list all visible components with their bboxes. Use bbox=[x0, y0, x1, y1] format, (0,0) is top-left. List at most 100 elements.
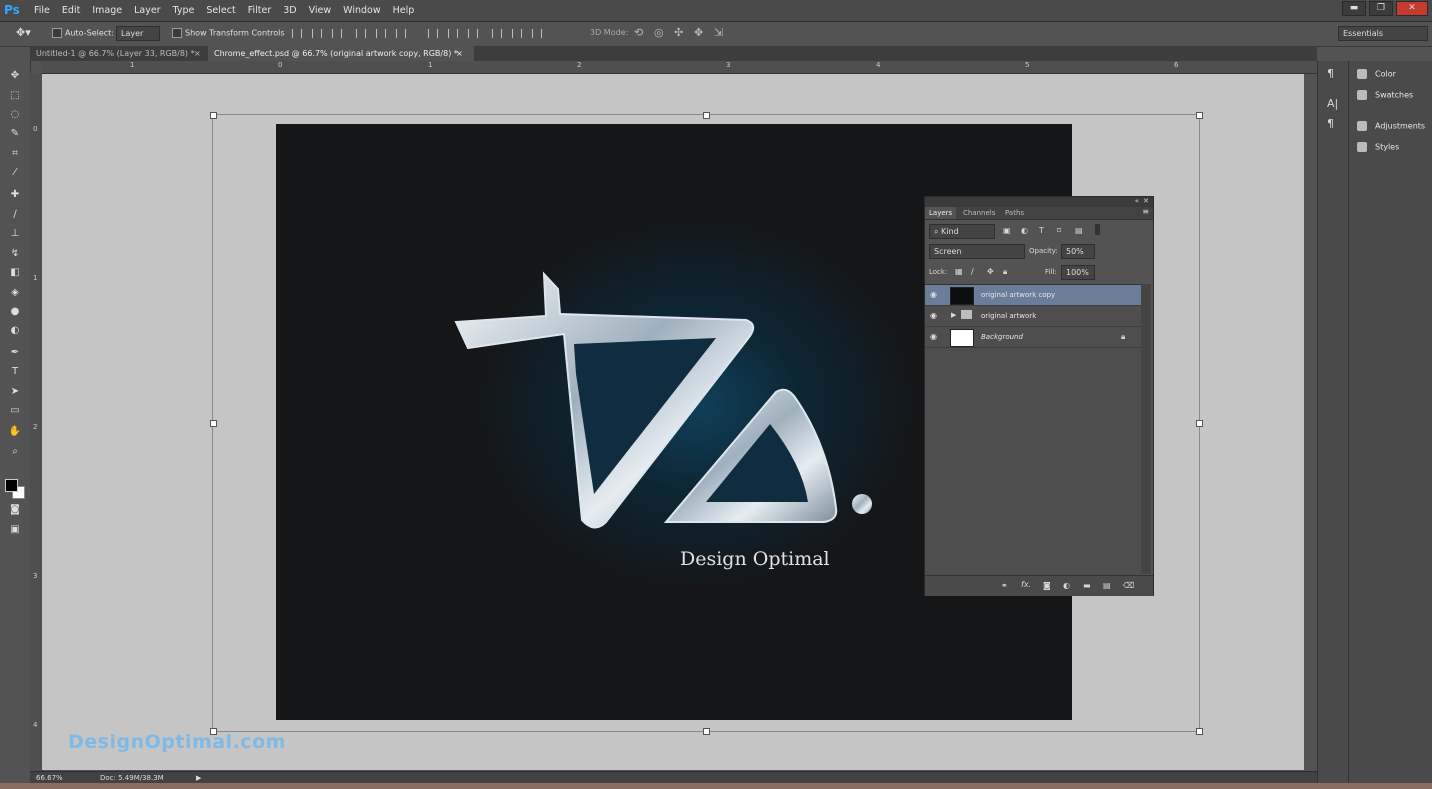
menu-edit[interactable]: Edit bbox=[62, 5, 80, 16]
dodge-tool-icon[interactable]: ◐ bbox=[7, 324, 23, 338]
paint-bucket-tool-icon[interactable]: ◈ bbox=[7, 286, 23, 300]
visibility-eye-icon[interactable]: ◉ bbox=[930, 290, 940, 300]
align-vcenter-icon[interactable] bbox=[312, 29, 322, 38]
auto-select-checkbox[interactable]: Auto-Select: bbox=[52, 28, 114, 38]
clone-stamp-tool-icon[interactable]: ⊥ bbox=[7, 227, 23, 241]
filter-toggle-icon[interactable] bbox=[1095, 224, 1100, 235]
tab-untitled-1[interactable]: Untitled-1 @ 66.7% (Layer 33, RGB/8) * × bbox=[30, 46, 208, 61]
align-bottom-icon[interactable] bbox=[332, 29, 342, 38]
distribute-hcenter-icon[interactable] bbox=[512, 29, 522, 38]
group-expand-arrow-icon[interactable]: ▶ bbox=[951, 311, 956, 319]
pen-tool-icon[interactable]: ✒ bbox=[7, 346, 23, 360]
eraser-tool-icon[interactable]: ◧ bbox=[7, 266, 23, 280]
auto-select-check[interactable] bbox=[52, 28, 62, 38]
screen-mode-icon[interactable]: ▣ bbox=[7, 523, 23, 537]
character-panel-icon[interactable]: A| bbox=[1327, 97, 1338, 110]
layer-style-fx-icon[interactable]: fx. bbox=[1021, 580, 1031, 589]
zoom-tool-icon[interactable]: ⌕ bbox=[7, 445, 23, 459]
distribute-top-icon[interactable] bbox=[428, 29, 438, 38]
lock-position-icon[interactable]: ✥ bbox=[987, 267, 994, 276]
transform-handle[interactable] bbox=[703, 112, 710, 119]
align-right-icon[interactable] bbox=[396, 29, 406, 38]
layers-scrollbar[interactable] bbox=[1141, 284, 1151, 574]
align-hcenter-icon[interactable] bbox=[376, 29, 386, 38]
3d-pan-icon[interactable]: ✣ bbox=[674, 26, 683, 39]
close-button[interactable]: ✕ bbox=[1396, 1, 1428, 16]
move-tool-preset-icon[interactable]: ✥▾ bbox=[16, 26, 31, 39]
menu-3d[interactable]: 3D bbox=[283, 5, 296, 16]
layer-row-original-artwork-copy[interactable]: ◉ original artwork copy bbox=[925, 285, 1141, 306]
move-tool-icon[interactable]: ✥ bbox=[7, 69, 23, 83]
blend-mode-dropdown[interactable]: Screen bbox=[929, 244, 1025, 259]
distribute-left-icon[interactable] bbox=[492, 29, 502, 38]
transform-handle[interactable] bbox=[1196, 420, 1203, 427]
menu-image[interactable]: Image bbox=[92, 5, 122, 16]
healing-brush-tool-icon[interactable]: ✚ bbox=[7, 188, 23, 202]
history-brush-tool-icon[interactable]: ↯ bbox=[7, 247, 23, 261]
distribute-bottom-icon[interactable] bbox=[468, 29, 478, 38]
menu-help[interactable]: Help bbox=[393, 5, 415, 16]
filter-kind-dropdown[interactable]: ⌕ Kind bbox=[929, 224, 995, 239]
filter-smart-object-icon[interactable]: ▤ bbox=[1075, 226, 1083, 235]
menu-file[interactable]: File bbox=[34, 5, 50, 16]
lock-pixels-icon[interactable]: ∕ bbox=[971, 267, 974, 276]
menu-window[interactable]: Window bbox=[343, 5, 380, 16]
show-transform-check[interactable] bbox=[172, 28, 182, 38]
quick-select-tool-icon[interactable]: ✎ bbox=[7, 127, 23, 141]
tab-chrome-effect[interactable]: Chrome_effect.psd @ 66.7% (original artw… bbox=[208, 46, 474, 61]
transform-handle[interactable] bbox=[1196, 112, 1203, 119]
filter-adjustment-icon[interactable]: ◐ bbox=[1021, 226, 1028, 235]
menu-view[interactable]: View bbox=[309, 5, 332, 16]
path-selection-tool-icon[interactable]: ➤ bbox=[7, 385, 23, 399]
menu-select[interactable]: Select bbox=[206, 5, 235, 16]
eyedropper-tool-icon[interactable]: ⁄ bbox=[7, 166, 23, 180]
foreground-color-swatch[interactable] bbox=[5, 479, 18, 492]
menu-filter[interactable]: Filter bbox=[248, 5, 272, 16]
tab-close-icon[interactable]: × bbox=[194, 46, 201, 61]
workspace-dropdown[interactable]: Essentials bbox=[1338, 26, 1428, 41]
lock-transparent-icon[interactable]: ▦ bbox=[955, 267, 963, 276]
restore-button[interactable]: ❐ bbox=[1369, 1, 1393, 16]
transform-handle[interactable] bbox=[1196, 728, 1203, 735]
opacity-input[interactable]: 50% bbox=[1061, 244, 1095, 259]
quick-mask-icon[interactable]: ◙ bbox=[7, 503, 23, 517]
visibility-eye-icon[interactable]: ◉ bbox=[930, 311, 940, 321]
tab-paths[interactable]: Paths bbox=[1001, 207, 1028, 219]
dock-item-swatches[interactable]: Swatches bbox=[1357, 90, 1413, 100]
lasso-tool-icon[interactable]: ◌ bbox=[7, 108, 23, 122]
dock-item-styles[interactable]: Styles bbox=[1357, 142, 1399, 152]
distribute-vcenter-icon[interactable] bbox=[448, 29, 458, 38]
transform-handle[interactable] bbox=[703, 728, 710, 735]
align-top-icon[interactable] bbox=[292, 29, 302, 38]
fill-input[interactable]: 100% bbox=[1061, 265, 1095, 280]
filter-type-icon[interactable]: T bbox=[1039, 226, 1044, 235]
marquee-tool-icon[interactable]: ⬚ bbox=[7, 89, 23, 103]
dock-item-color[interactable]: Color bbox=[1357, 69, 1396, 79]
dock-item-adjustments[interactable]: Adjustments bbox=[1357, 121, 1425, 131]
layer-row-original-artwork[interactable]: ◉ ▶ original artwork bbox=[925, 306, 1141, 327]
distribute-right-icon[interactable] bbox=[532, 29, 542, 38]
menu-layer[interactable]: Layer bbox=[134, 5, 161, 16]
3d-scale-icon[interactable]: ⇲ bbox=[714, 26, 723, 39]
paragraph-panel-icon[interactable]: ¶ bbox=[1327, 117, 1334, 130]
panel-menu-icon[interactable]: ≡ bbox=[1142, 207, 1149, 216]
transform-handle[interactable] bbox=[210, 112, 217, 119]
collapse-panel-icon[interactable]: « bbox=[1135, 197, 1139, 205]
show-transform-checkbox[interactable]: Show Transform Controls bbox=[172, 28, 285, 38]
tab-channels[interactable]: Channels bbox=[959, 207, 999, 219]
delete-layer-icon[interactable]: ⌫ bbox=[1123, 581, 1134, 590]
layer-row-background[interactable]: ◉ Background 🔒︎ bbox=[925, 327, 1141, 348]
auto-select-dropdown[interactable]: Layer bbox=[116, 26, 160, 41]
lock-all-icon[interactable]: 🔒︎ bbox=[1003, 267, 1007, 277]
rectangle-tool-icon[interactable]: ▭ bbox=[7, 404, 23, 418]
new-group-icon[interactable]: ▬ bbox=[1083, 581, 1091, 590]
3d-slide-icon[interactable]: ✥ bbox=[694, 26, 703, 39]
link-layers-icon[interactable]: ⚭ bbox=[1001, 581, 1008, 590]
close-panel-icon[interactable]: ✕ bbox=[1143, 197, 1149, 205]
visibility-eye-icon[interactable]: ◉ bbox=[930, 332, 940, 342]
history-panel-icon[interactable]: ¶ bbox=[1327, 67, 1334, 80]
filter-shape-icon[interactable]: ⌑ bbox=[1057, 226, 1061, 235]
menu-type[interactable]: Type bbox=[173, 5, 195, 16]
new-adjustment-layer-icon[interactable]: ◐ bbox=[1063, 581, 1070, 590]
transform-handle[interactable] bbox=[210, 420, 217, 427]
